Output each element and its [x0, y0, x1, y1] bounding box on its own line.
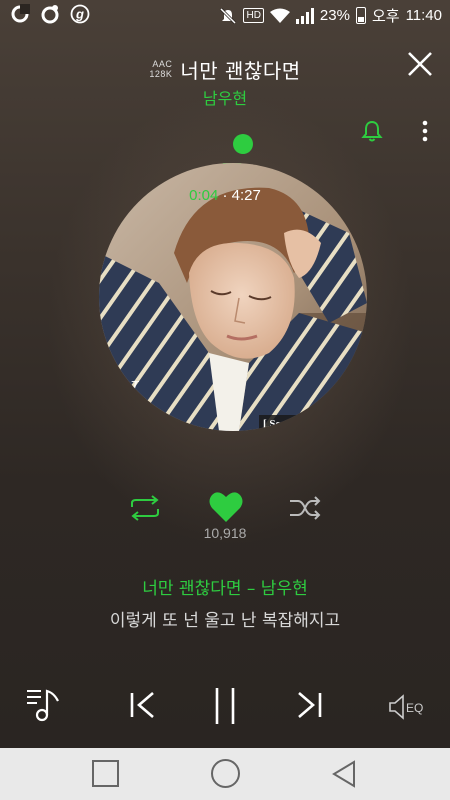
codec-badge: AAC 128K	[149, 59, 172, 79]
eq-label: EQ	[406, 701, 423, 715]
heart-icon[interactable]	[208, 490, 244, 524]
svg-text:g: g	[75, 7, 84, 22]
bell-icon[interactable]	[360, 119, 384, 143]
progress-knob[interactable]	[233, 134, 253, 154]
battery-icon	[355, 7, 366, 24]
previous-track-icon[interactable]	[128, 690, 158, 720]
equalizer-icon[interactable]: EQ	[388, 694, 428, 720]
app-notification-icon	[11, 4, 30, 23]
codec-format: AAC	[152, 59, 173, 69]
song-title-header: AAC 128K 너만 괜찮다면	[0, 48, 450, 84]
status-bar: g HD 23% 오후 11:40	[0, 0, 450, 30]
app-notification-icon	[41, 5, 59, 24]
song-title: 너만 괜찮다면	[180, 58, 301, 83]
wifi-icon	[269, 8, 290, 23]
codec-bitrate: 128K	[149, 69, 173, 79]
close-icon[interactable]	[406, 50, 434, 78]
back-button[interactable]	[330, 759, 358, 789]
mute-icon	[220, 7, 237, 24]
battery-percent: 23%	[319, 7, 350, 24]
like-count: 10,918	[203, 525, 247, 541]
lyric-line[interactable]: 이렇게 또 넌 울고 난 복잡해지고	[0, 606, 450, 631]
artist-name[interactable]: 남우현	[0, 85, 450, 109]
pause-icon[interactable]	[212, 686, 238, 726]
g-app-icon: g	[70, 4, 90, 24]
signal-icon	[295, 7, 314, 24]
shuffle-icon[interactable]	[288, 495, 322, 521]
time-separator: ·	[222, 187, 228, 204]
more-options-icon[interactable]	[420, 119, 430, 143]
total-time: 4:27	[231, 187, 261, 204]
recent-apps-button[interactable]	[92, 760, 119, 787]
next-track-icon[interactable]	[294, 690, 324, 720]
clock-time: 11:40	[405, 7, 442, 24]
song-artist-line: 너만 괜찮다면 – 남우현	[142, 579, 308, 599]
clock-ampm: 오후	[371, 8, 400, 25]
system-nav-bar	[0, 748, 450, 800]
playback-time: 0:04 · 4:27	[0, 187, 450, 204]
repeat-icon[interactable]	[128, 495, 162, 521]
hd-badge: HD	[243, 8, 264, 23]
home-button[interactable]	[211, 759, 240, 788]
playlist-icon[interactable]	[26, 687, 64, 723]
current-time: 0:04	[189, 187, 219, 204]
